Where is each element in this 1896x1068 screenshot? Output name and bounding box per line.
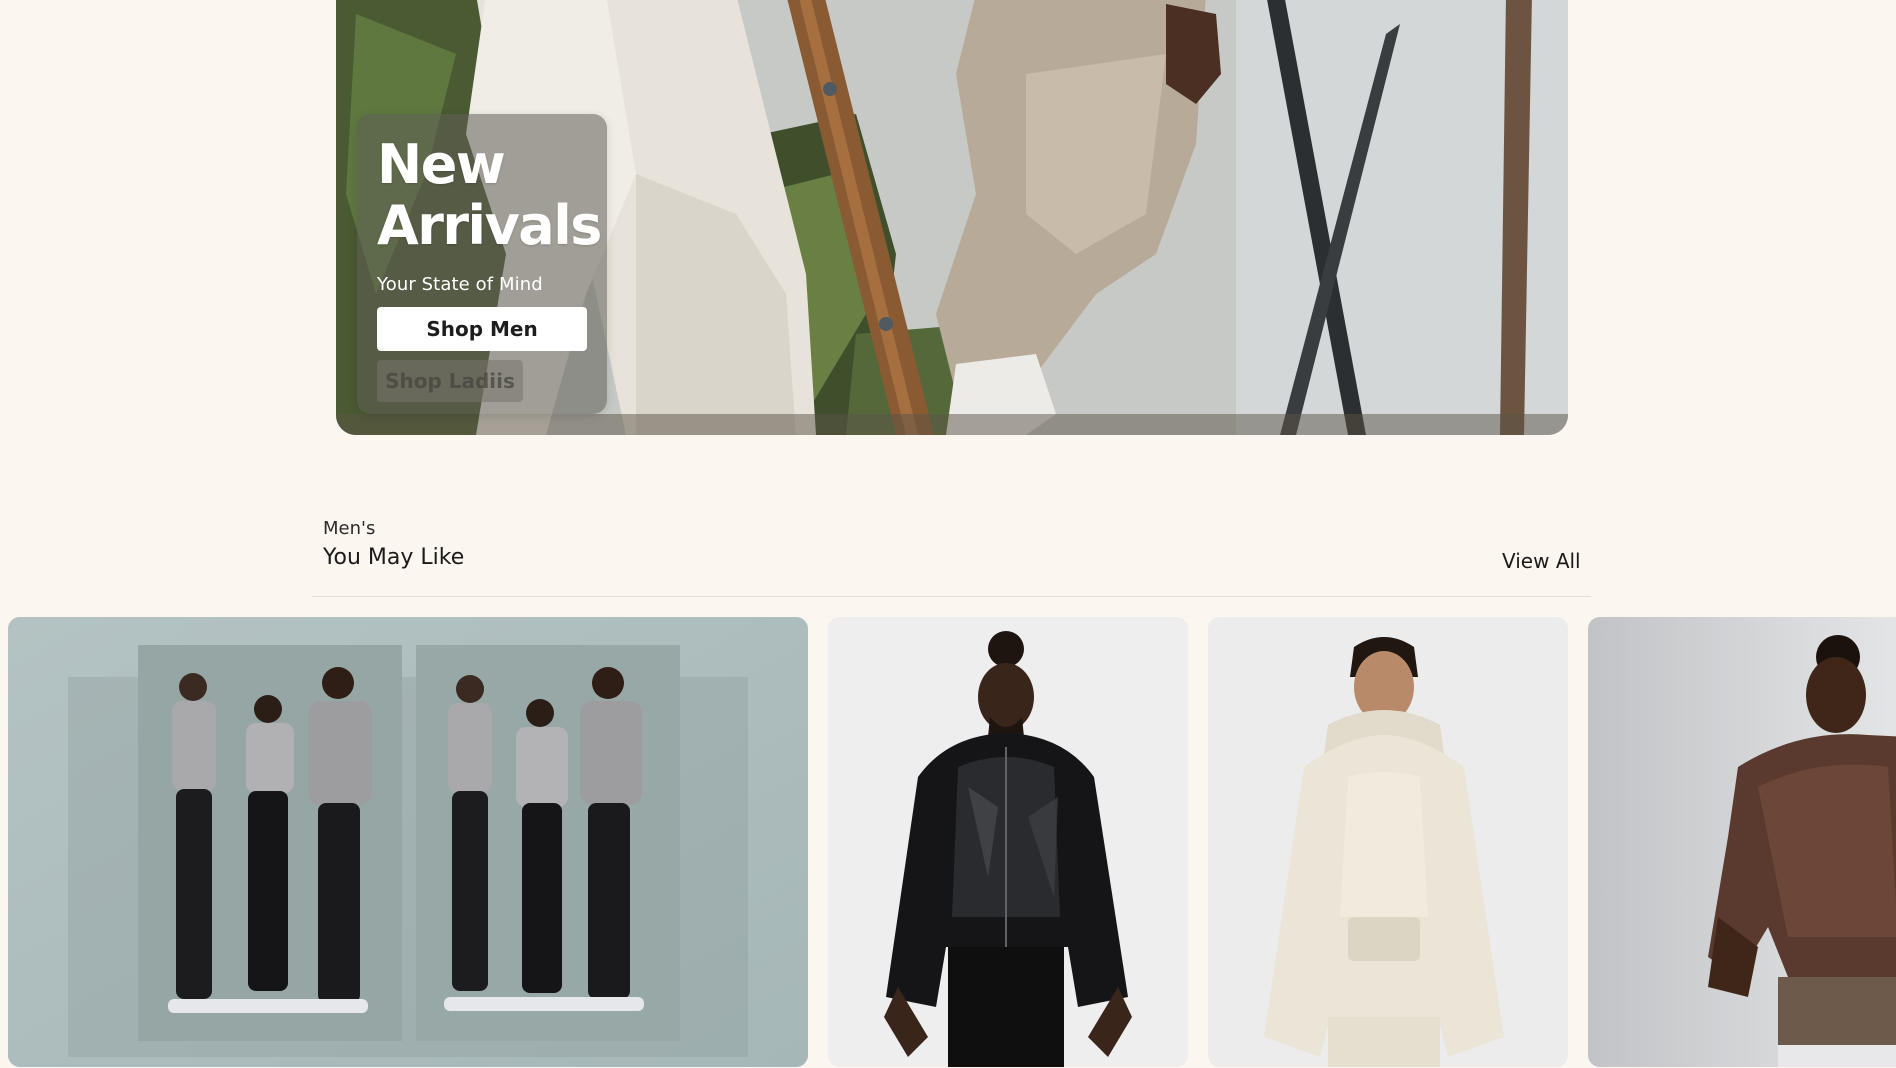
hero-subtitle: Your State of Mind [377,274,543,295]
lookbook-image [8,617,808,1067]
product-card-cream-hoodie[interactable] [1208,617,1568,1067]
product-card-lookbook[interactable] [8,617,808,1067]
hero-promo-card: New Arrivals Your State of Mind Shop Men… [357,114,607,414]
hero-title: New Arrivals [377,133,602,256]
brown-crewneck-image [1588,617,1896,1067]
shop-men-button[interactable]: Shop Men [377,307,587,351]
product-card-brown-crewneck[interactable] [1588,617,1896,1067]
section-title: You May Like [323,545,465,570]
page: New Arrivals Your State of Mind Shop Men… [0,0,1896,1068]
cream-hoodie-image [1208,617,1568,1067]
hero-title-line-1: New [377,133,506,196]
hero-banner[interactable]: New Arrivals Your State of Mind Shop Men… [336,0,1568,435]
shop-ladies-button[interactable]: Shop Ladiis [377,360,523,402]
hero-title-line-2: Arrivals [377,194,602,257]
section-eyebrow: Men's [323,518,376,539]
section-divider [312,596,1591,597]
view-all-link[interactable]: View All [1502,549,1581,573]
product-card-black-windbreaker[interactable] [828,617,1188,1067]
black-jacket-image [828,617,1188,1067]
